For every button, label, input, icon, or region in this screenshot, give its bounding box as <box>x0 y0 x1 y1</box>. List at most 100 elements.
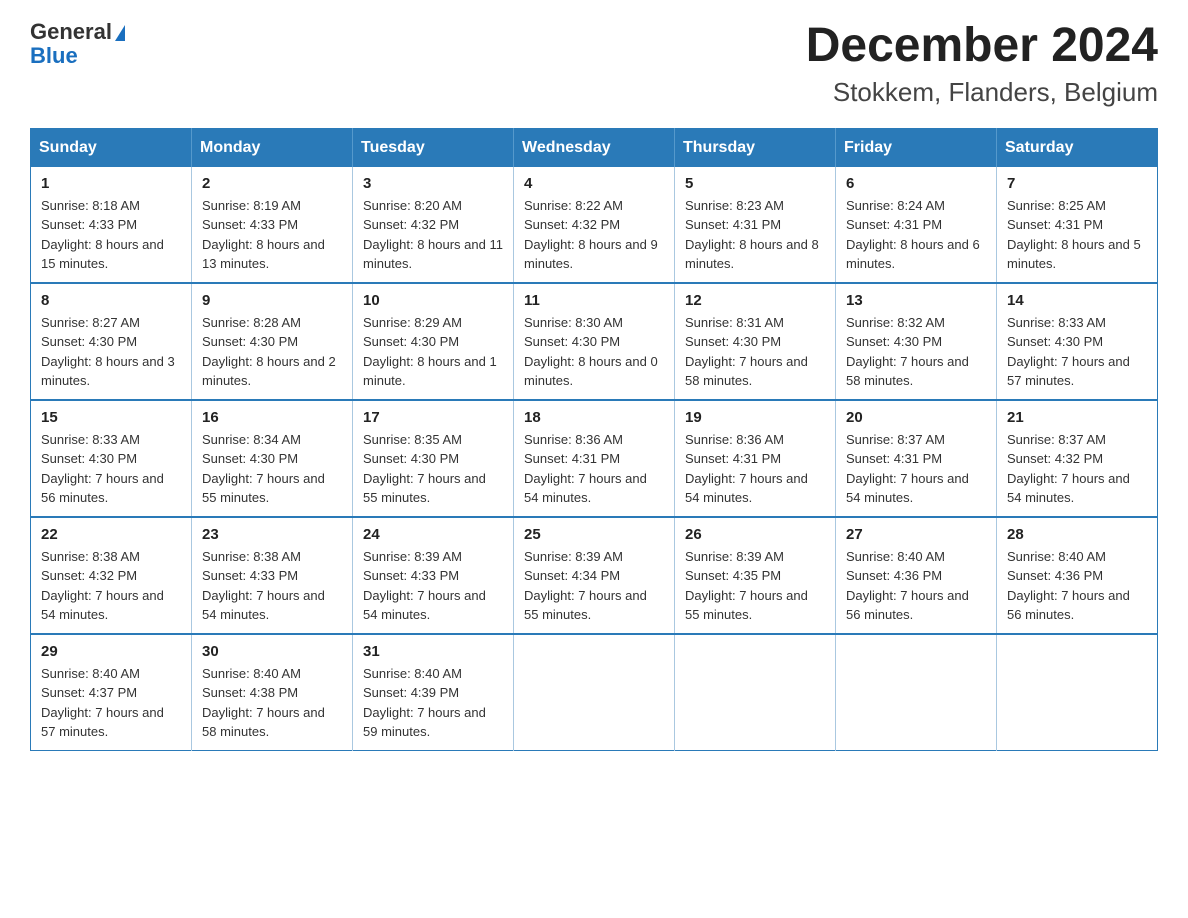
table-row: 13 Sunrise: 8:32 AM Sunset: 4:30 PM Dayl… <box>836 283 997 400</box>
table-row: 22 Sunrise: 8:38 AM Sunset: 4:32 PM Dayl… <box>31 517 192 634</box>
logo-triangle-icon <box>115 25 125 41</box>
day-number: 2 <box>202 175 342 192</box>
table-row: 2 Sunrise: 8:19 AM Sunset: 4:33 PM Dayli… <box>192 167 353 283</box>
table-row: 15 Sunrise: 8:33 AM Sunset: 4:30 PM Dayl… <box>31 400 192 517</box>
logo: General Blue <box>30 20 125 68</box>
col-thursday: Thursday <box>675 128 836 167</box>
day-info: Sunrise: 8:38 AM Sunset: 4:32 PM Dayligh… <box>41 547 181 625</box>
day-info: Sunrise: 8:24 AM Sunset: 4:31 PM Dayligh… <box>846 196 986 274</box>
day-info: Sunrise: 8:29 AM Sunset: 4:30 PM Dayligh… <box>363 313 503 391</box>
page-header: General Blue December 2024 Stokkem, Flan… <box>30 20 1158 108</box>
day-number: 6 <box>846 175 986 192</box>
day-info: Sunrise: 8:32 AM Sunset: 4:30 PM Dayligh… <box>846 313 986 391</box>
table-row: 27 Sunrise: 8:40 AM Sunset: 4:36 PM Dayl… <box>836 517 997 634</box>
day-info: Sunrise: 8:25 AM Sunset: 4:31 PM Dayligh… <box>1007 196 1147 274</box>
table-row <box>836 634 997 751</box>
table-row: 24 Sunrise: 8:39 AM Sunset: 4:33 PM Dayl… <box>353 517 514 634</box>
logo-blue-text: Blue <box>30 44 125 68</box>
day-info: Sunrise: 8:36 AM Sunset: 4:31 PM Dayligh… <box>524 430 664 508</box>
day-number: 12 <box>685 292 825 309</box>
day-number: 30 <box>202 643 342 660</box>
title-block: December 2024 Stokkem, Flanders, Belgium <box>806 20 1158 108</box>
table-row: 28 Sunrise: 8:40 AM Sunset: 4:36 PM Dayl… <box>997 517 1158 634</box>
table-row <box>675 634 836 751</box>
day-number: 7 <box>1007 175 1147 192</box>
table-row: 18 Sunrise: 8:36 AM Sunset: 4:31 PM Dayl… <box>514 400 675 517</box>
day-info: Sunrise: 8:18 AM Sunset: 4:33 PM Dayligh… <box>41 196 181 274</box>
calendar-week-row: 8 Sunrise: 8:27 AM Sunset: 4:30 PM Dayli… <box>31 283 1158 400</box>
day-number: 26 <box>685 526 825 543</box>
col-tuesday: Tuesday <box>353 128 514 167</box>
table-row: 14 Sunrise: 8:33 AM Sunset: 4:30 PM Dayl… <box>997 283 1158 400</box>
day-info: Sunrise: 8:39 AM Sunset: 4:33 PM Dayligh… <box>363 547 503 625</box>
col-friday: Friday <box>836 128 997 167</box>
table-row: 23 Sunrise: 8:38 AM Sunset: 4:33 PM Dayl… <box>192 517 353 634</box>
day-number: 29 <box>41 643 181 660</box>
logo-general-text: General <box>30 19 112 44</box>
logo-general-line: General <box>30 20 125 44</box>
table-row: 3 Sunrise: 8:20 AM Sunset: 4:32 PM Dayli… <box>353 167 514 283</box>
table-row <box>997 634 1158 751</box>
day-number: 21 <box>1007 409 1147 426</box>
day-info: Sunrise: 8:35 AM Sunset: 4:30 PM Dayligh… <box>363 430 503 508</box>
table-row: 10 Sunrise: 8:29 AM Sunset: 4:30 PM Dayl… <box>353 283 514 400</box>
day-number: 1 <box>41 175 181 192</box>
day-number: 11 <box>524 292 664 309</box>
day-number: 10 <box>363 292 503 309</box>
table-row: 19 Sunrise: 8:36 AM Sunset: 4:31 PM Dayl… <box>675 400 836 517</box>
day-number: 14 <box>1007 292 1147 309</box>
day-number: 15 <box>41 409 181 426</box>
table-row: 25 Sunrise: 8:39 AM Sunset: 4:34 PM Dayl… <box>514 517 675 634</box>
day-number: 31 <box>363 643 503 660</box>
table-row: 29 Sunrise: 8:40 AM Sunset: 4:37 PM Dayl… <box>31 634 192 751</box>
day-info: Sunrise: 8:34 AM Sunset: 4:30 PM Dayligh… <box>202 430 342 508</box>
table-row: 4 Sunrise: 8:22 AM Sunset: 4:32 PM Dayli… <box>514 167 675 283</box>
table-row: 11 Sunrise: 8:30 AM Sunset: 4:30 PM Dayl… <box>514 283 675 400</box>
table-row: 30 Sunrise: 8:40 AM Sunset: 4:38 PM Dayl… <box>192 634 353 751</box>
day-info: Sunrise: 8:40 AM Sunset: 4:38 PM Dayligh… <box>202 664 342 742</box>
page-subtitle: Stokkem, Flanders, Belgium <box>806 77 1158 108</box>
table-row: 6 Sunrise: 8:24 AM Sunset: 4:31 PM Dayli… <box>836 167 997 283</box>
table-row: 21 Sunrise: 8:37 AM Sunset: 4:32 PM Dayl… <box>997 400 1158 517</box>
day-number: 5 <box>685 175 825 192</box>
day-number: 23 <box>202 526 342 543</box>
calendar-header-row: Sunday Monday Tuesday Wednesday Thursday… <box>31 128 1158 167</box>
col-sunday: Sunday <box>31 128 192 167</box>
table-row: 17 Sunrise: 8:35 AM Sunset: 4:30 PM Dayl… <box>353 400 514 517</box>
day-info: Sunrise: 8:23 AM Sunset: 4:31 PM Dayligh… <box>685 196 825 274</box>
table-row <box>514 634 675 751</box>
table-row: 1 Sunrise: 8:18 AM Sunset: 4:33 PM Dayli… <box>31 167 192 283</box>
day-info: Sunrise: 8:38 AM Sunset: 4:33 PM Dayligh… <box>202 547 342 625</box>
day-info: Sunrise: 8:37 AM Sunset: 4:32 PM Dayligh… <box>1007 430 1147 508</box>
table-row: 5 Sunrise: 8:23 AM Sunset: 4:31 PM Dayli… <box>675 167 836 283</box>
day-number: 22 <box>41 526 181 543</box>
day-info: Sunrise: 8:40 AM Sunset: 4:37 PM Dayligh… <box>41 664 181 742</box>
day-info: Sunrise: 8:28 AM Sunset: 4:30 PM Dayligh… <box>202 313 342 391</box>
day-number: 27 <box>846 526 986 543</box>
table-row: 12 Sunrise: 8:31 AM Sunset: 4:30 PM Dayl… <box>675 283 836 400</box>
table-row: 31 Sunrise: 8:40 AM Sunset: 4:39 PM Dayl… <box>353 634 514 751</box>
day-info: Sunrise: 8:39 AM Sunset: 4:34 PM Dayligh… <box>524 547 664 625</box>
table-row: 26 Sunrise: 8:39 AM Sunset: 4:35 PM Dayl… <box>675 517 836 634</box>
day-info: Sunrise: 8:40 AM Sunset: 4:36 PM Dayligh… <box>846 547 986 625</box>
day-number: 3 <box>363 175 503 192</box>
day-info: Sunrise: 8:22 AM Sunset: 4:32 PM Dayligh… <box>524 196 664 274</box>
col-wednesday: Wednesday <box>514 128 675 167</box>
day-info: Sunrise: 8:39 AM Sunset: 4:35 PM Dayligh… <box>685 547 825 625</box>
calendar-week-row: 22 Sunrise: 8:38 AM Sunset: 4:32 PM Dayl… <box>31 517 1158 634</box>
day-info: Sunrise: 8:33 AM Sunset: 4:30 PM Dayligh… <box>1007 313 1147 391</box>
day-number: 13 <box>846 292 986 309</box>
table-row: 8 Sunrise: 8:27 AM Sunset: 4:30 PM Dayli… <box>31 283 192 400</box>
day-number: 19 <box>685 409 825 426</box>
calendar-week-row: 1 Sunrise: 8:18 AM Sunset: 4:33 PM Dayli… <box>31 167 1158 283</box>
table-row: 16 Sunrise: 8:34 AM Sunset: 4:30 PM Dayl… <box>192 400 353 517</box>
day-number: 17 <box>363 409 503 426</box>
day-number: 9 <box>202 292 342 309</box>
day-info: Sunrise: 8:36 AM Sunset: 4:31 PM Dayligh… <box>685 430 825 508</box>
col-saturday: Saturday <box>997 128 1158 167</box>
calendar-table: Sunday Monday Tuesday Wednesday Thursday… <box>30 128 1158 751</box>
day-info: Sunrise: 8:30 AM Sunset: 4:30 PM Dayligh… <box>524 313 664 391</box>
day-info: Sunrise: 8:19 AM Sunset: 4:33 PM Dayligh… <box>202 196 342 274</box>
day-info: Sunrise: 8:40 AM Sunset: 4:36 PM Dayligh… <box>1007 547 1147 625</box>
calendar-week-row: 29 Sunrise: 8:40 AM Sunset: 4:37 PM Dayl… <box>31 634 1158 751</box>
